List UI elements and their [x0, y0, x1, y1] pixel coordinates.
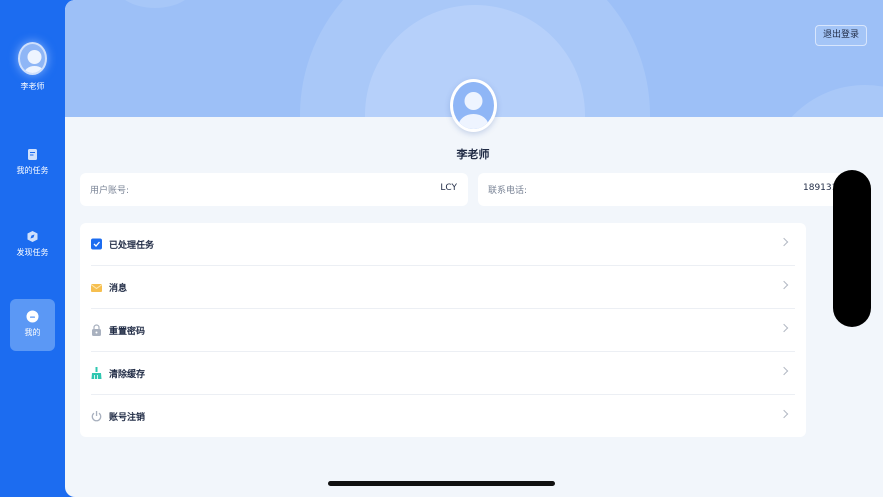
broom-icon	[91, 367, 102, 379]
compass-icon	[27, 231, 38, 242]
menu-item-label: 消息	[109, 284, 128, 294]
sidebar-item-label: 我的任务	[16, 166, 49, 175]
avatar[interactable]	[18, 42, 47, 75]
menu-item-processed-tasks[interactable]: 已处理任务	[91, 223, 795, 266]
banner-decoration	[765, 85, 883, 117]
envelope-icon	[91, 284, 102, 292]
sidebar-item-label: 我的	[24, 328, 41, 337]
menu-list: 已处理任务 消息 重置密码 清除缓存 账号注销	[80, 223, 806, 437]
checkbox-icon	[91, 238, 102, 250]
account-label: 用户账号:	[90, 186, 130, 196]
lock-icon	[92, 324, 101, 336]
menu-item-delete-account[interactable]: 账号注销	[91, 395, 795, 438]
sidebar: 李老师 我的任务 发现任务 我的	[0, 0, 65, 497]
banner-decoration	[115, 0, 195, 8]
profile-avatar[interactable]	[450, 79, 497, 132]
menu-item-clear-cache[interactable]: 清除缓存	[91, 352, 795, 395]
document-icon	[28, 149, 37, 160]
menu-item-label: 清除缓存	[109, 370, 146, 380]
chevron-right-icon	[779, 409, 789, 419]
menu-item-reset-password[interactable]: 重置密码	[91, 309, 795, 352]
account-card: 用户账号: LCY	[80, 173, 468, 206]
chevron-right-icon	[779, 280, 789, 290]
sidebar-item-my-tasks[interactable]: 我的任务	[10, 137, 55, 189]
chevron-right-icon	[779, 323, 789, 333]
user-silhouette-icon	[23, 50, 45, 73]
logout-button[interactable]: 退出登录	[815, 25, 867, 46]
chevron-right-icon	[779, 366, 789, 376]
sidebar-user-name: 李老师	[20, 82, 45, 91]
menu-item-label: 已处理任务	[109, 241, 155, 251]
account-value: LCY	[440, 183, 457, 193]
power-icon	[91, 411, 102, 422]
user-icon	[26, 310, 39, 323]
sidebar-item-mine[interactable]: 我的	[10, 299, 55, 351]
home-indicator[interactable]	[328, 481, 555, 486]
user-silhouette-icon	[458, 92, 489, 129]
phone-card: 联系电话: 1891314	[478, 173, 868, 206]
menu-item-label: 账号注销	[109, 413, 146, 423]
sidebar-item-discover-tasks[interactable]: 发现任务	[10, 219, 55, 271]
profile-name: 李老师	[456, 148, 490, 161]
main-content: 退出登录 李老师 用户账号: LCY 联系电话: 1891314 已处理任务 消…	[65, 0, 883, 497]
phone-label: 联系电话:	[488, 186, 528, 196]
floating-overlay	[833, 170, 871, 327]
menu-item-label: 重置密码	[109, 327, 146, 337]
menu-item-messages[interactable]: 消息	[91, 266, 795, 309]
sidebar-item-label: 发现任务	[16, 248, 49, 257]
chevron-right-icon	[779, 237, 789, 247]
